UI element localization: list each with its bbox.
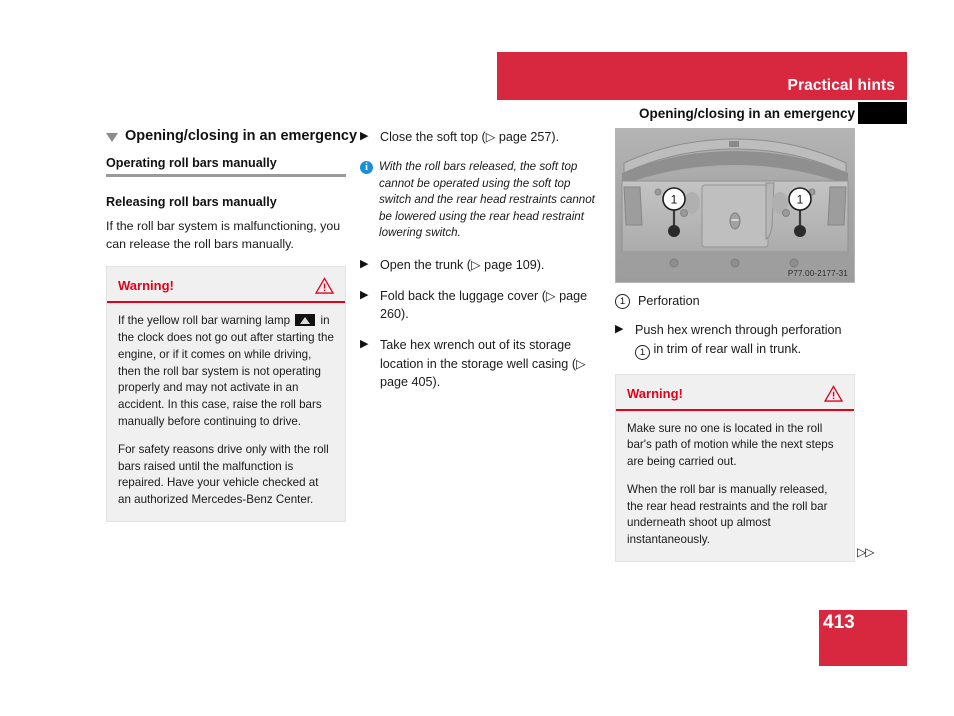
warning-triangle-icon	[824, 384, 843, 402]
rollbar-warning-lamp-icon	[295, 314, 316, 327]
step-text: Close the soft top (▷ page 257).	[380, 130, 560, 144]
chapter-thumb-tab	[858, 102, 907, 124]
section-title: Opening/closing in an emergency	[106, 128, 357, 144]
warning-title: Warning!	[118, 278, 174, 294]
right-column: 1 1 P77.00-2177-31 1 Perforation ▶ Push …	[615, 128, 855, 563]
continuation-arrows: ▷▷	[857, 545, 874, 559]
warning-box-right-body: Make sure no one is located in the roll …	[616, 411, 854, 562]
step-text: Open the trunk (▷ page 109).	[380, 257, 545, 272]
callout-number-icon: 1	[615, 294, 630, 309]
warning-box-right-header: Warning!	[616, 375, 854, 411]
manual-page: Practical hints Opening/closing in an em…	[0, 0, 954, 716]
step-text: Push hex wrench through perforation 1 in…	[635, 321, 855, 360]
page-number: 413	[823, 612, 855, 633]
trunk-rear-wall-figure: 1 1 P77.00-2177-31	[615, 128, 855, 283]
bullet-arrow-icon: ▶	[360, 130, 369, 142]
warning-right-paragraph-1: Make sure no one is located in the roll …	[627, 421, 834, 469]
warning-text-before-lamp: If the yellow roll bar warning lamp	[118, 314, 291, 328]
warning-box-left: Warning! If the yellow roll bar warning …	[106, 266, 346, 522]
svg-text:1: 1	[671, 193, 678, 207]
bullet-arrow-icon: ▶	[615, 323, 624, 336]
info-note: i With the roll bars released, the soft …	[360, 159, 605, 241]
callout-number-icon: 1	[635, 344, 650, 360]
warning-box-left-header: Warning!	[107, 267, 345, 304]
bullet-arrow-icon: ▶	[360, 338, 369, 351]
info-note-text: With the roll bars released, the soft to…	[379, 160, 595, 240]
warning-left-paragraph-2: For safety reasons drive only with the r…	[118, 442, 329, 507]
triangle-down-icon	[106, 132, 118, 142]
info-icon: i	[360, 161, 373, 175]
figure-legend-item: 1 Perforation	[615, 292, 855, 310]
running-head: Opening/closing in an emergency	[638, 106, 855, 121]
step-item: ▶ Close the soft top (▷ page 257).	[360, 128, 605, 146]
left-heading: Releasing roll bars manually	[106, 195, 277, 209]
warning-right-paragraph-2: When the roll bar is manually released, …	[627, 482, 828, 547]
bullet-arrow-icon: ▶	[360, 257, 369, 270]
figure-code: P77.00-2177-31	[787, 269, 848, 278]
figure-illustration: 1 1	[616, 129, 854, 282]
left-paragraph: If the roll bar system is malfunctioning…	[106, 219, 341, 251]
step-text: Take hex wrench out of its storage locat…	[380, 338, 586, 389]
svg-text:1: 1	[797, 193, 804, 207]
practical-hints-banner: Practical hints	[497, 52, 907, 100]
step-item: ▶ Take hex wrench out of its storage loc…	[360, 336, 605, 391]
warning-left-paragraph-1: If the yellow roll bar warning lamp in t…	[118, 313, 334, 431]
middle-column: ▶ Close the soft top (▷ page 257). i Wit…	[360, 128, 605, 404]
warning-title: Warning!	[627, 385, 683, 401]
left-column: Opening/closing in an emergency Operatin…	[106, 128, 357, 522]
subsection-title: Operating roll bars manually	[106, 156, 277, 170]
warning-box-right: Warning! Make sure no one is located in …	[615, 373, 855, 563]
banner-title: Practical hints	[787, 77, 895, 94]
legend-label: Perforation	[638, 294, 700, 308]
section-title-label: Opening/closing in an emergency	[125, 128, 358, 144]
step-item: ▶ Push hex wrench through perforation 1 …	[615, 321, 855, 360]
step-item: ▶ Fold back the luggage cover (▷ page 26…	[360, 287, 605, 324]
warning-box-left-body: If the yellow roll bar warning lamp in t…	[107, 303, 345, 521]
step-item: ▶ Open the trunk (▷ page 109).	[360, 256, 605, 274]
step-text-after-ref: in trim of rear wall in trunk.	[653, 341, 802, 356]
warning-triangle-icon	[315, 277, 334, 294]
warning-text-after-lamp: in the clock does not go out after start…	[118, 314, 334, 428]
subsection-divider	[106, 174, 346, 177]
bullet-arrow-icon: ▶	[360, 288, 369, 301]
step-text: Fold back the luggage cover (▷ page 260)…	[380, 288, 588, 322]
step-text-before-ref: Push hex wrench through perforation	[635, 323, 842, 338]
